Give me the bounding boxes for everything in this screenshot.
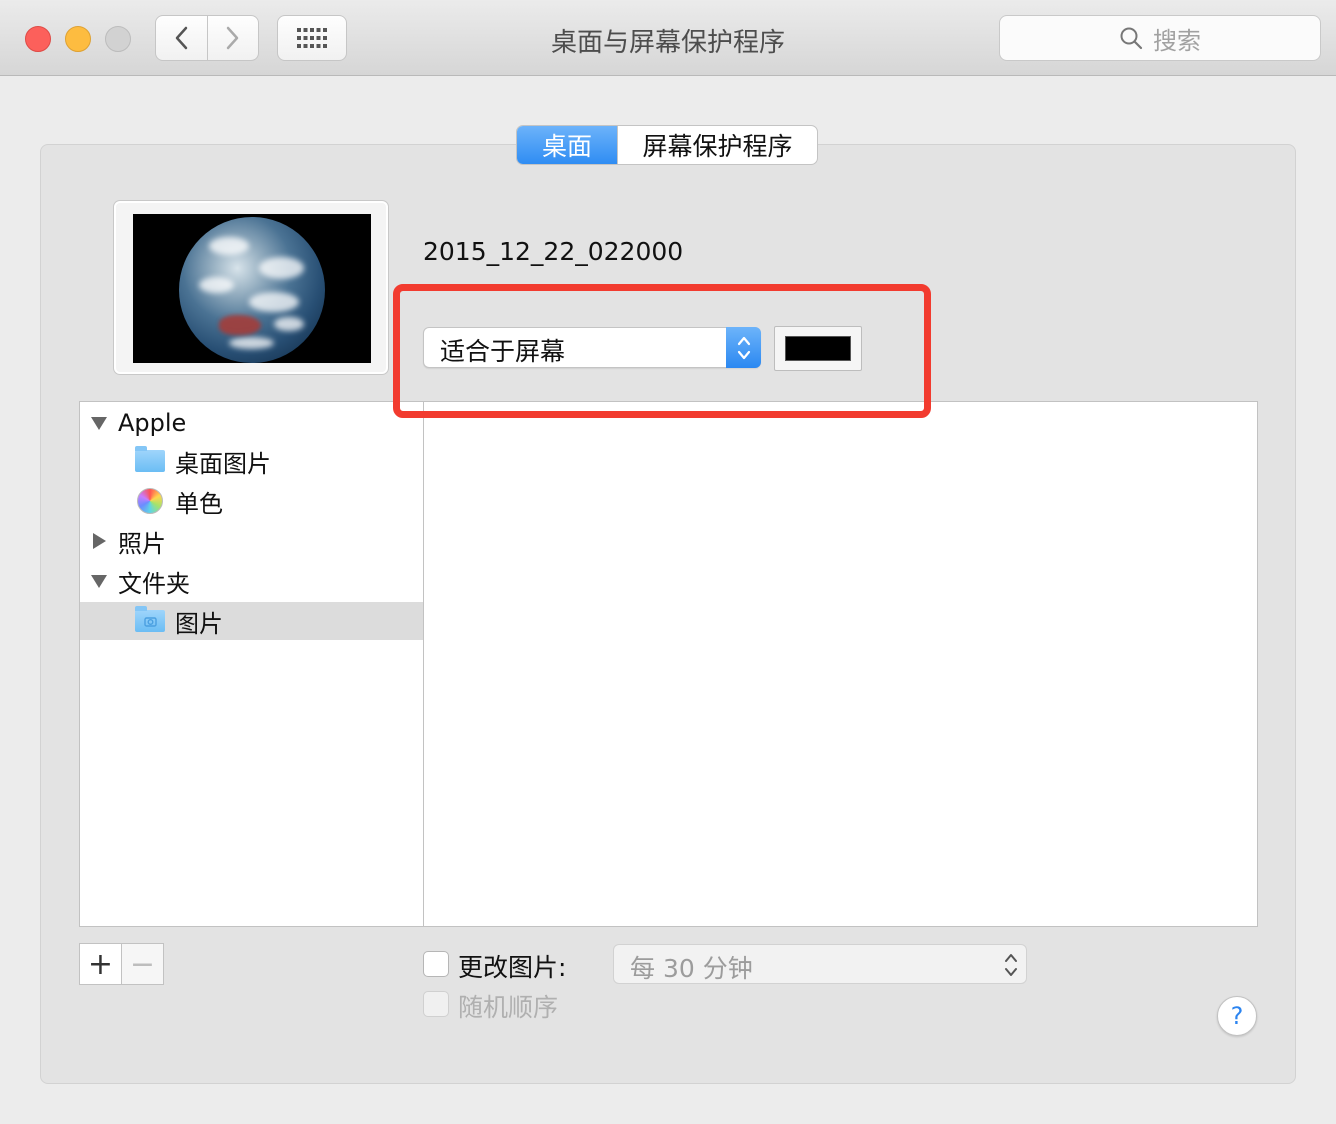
- source-group-label: 照片: [118, 529, 166, 558]
- chevron-right-icon: [226, 26, 238, 50]
- interval-value: 每 30 分钟: [630, 954, 753, 983]
- tab-desktop[interactable]: 桌面: [517, 126, 617, 164]
- window-title: 桌面与屏幕保护程序: [550, 28, 785, 58]
- random-order-checkbox[interactable]: [423, 991, 449, 1017]
- source-group-apple[interactable]: Apple: [80, 404, 423, 442]
- search-field[interactable]: 搜索: [999, 15, 1321, 61]
- fit-mode-value: 适合于屏幕: [440, 337, 566, 366]
- source-list: Apple 桌面图片 单色 照片 文件夹 图片: [79, 401, 424, 927]
- search-icon: [1120, 27, 1143, 50]
- help-button[interactable]: ?: [1217, 996, 1257, 1036]
- source-item-label: 单色: [175, 489, 223, 518]
- disclosure-right-icon[interactable]: [92, 533, 106, 549]
- source-group-folders[interactable]: 文件夹: [80, 562, 423, 600]
- source-item-label: 桌面图片: [175, 449, 271, 478]
- popup-stepper[interactable]: [726, 327, 761, 368]
- color-wheel-icon: [137, 488, 163, 514]
- disclosure-down-icon[interactable]: [91, 574, 107, 588]
- source-group-label: Apple: [118, 409, 187, 437]
- source-item-pictures[interactable]: 图片: [80, 602, 423, 640]
- pictures-folder-icon: [135, 606, 165, 632]
- chevron-left-icon: [176, 26, 188, 50]
- back-button[interactable]: [156, 16, 207, 60]
- title-bar: 桌面与屏幕保护程序 搜索: [0, 0, 1336, 76]
- image-grid[interactable]: [423, 401, 1258, 927]
- tab-bar: 桌面 屏幕保护程序: [516, 125, 818, 165]
- color-swatch: [785, 336, 851, 361]
- fill-color-well[interactable]: [774, 326, 862, 371]
- zoom-window-button[interactable]: [105, 26, 131, 52]
- navigation-buttons: [155, 15, 259, 61]
- desktop-preview: [114, 201, 388, 374]
- add-button[interactable]: +: [80, 944, 121, 984]
- close-window-button[interactable]: [25, 26, 51, 52]
- grid-icon: [297, 28, 327, 48]
- preview-image: [133, 214, 371, 363]
- source-group-label: 文件夹: [118, 569, 190, 598]
- disclosure-down-icon[interactable]: [91, 416, 107, 430]
- updown-arrows-icon: [1005, 954, 1017, 976]
- add-remove-buttons: + −: [79, 943, 164, 985]
- source-item-solid-colors[interactable]: 单色: [80, 482, 423, 520]
- updown-arrows-icon: [737, 336, 750, 359]
- image-filename: 2015_12_22_022000: [423, 237, 684, 266]
- interval-popup[interactable]: 每 30 分钟: [613, 944, 1027, 984]
- fit-mode-popup[interactable]: 适合于屏幕: [423, 327, 761, 368]
- forward-button[interactable]: [206, 16, 259, 60]
- minimize-window-button[interactable]: [65, 26, 91, 52]
- remove-button[interactable]: −: [121, 944, 163, 984]
- change-picture-label: 更改图片:: [458, 953, 567, 982]
- random-order-label: 随机顺序: [458, 993, 559, 1022]
- change-picture-checkbox[interactable]: [423, 951, 449, 977]
- show-all-button[interactable]: [277, 15, 347, 61]
- source-item-desktop-pictures[interactable]: 桌面图片: [80, 442, 423, 480]
- earth-image: [179, 217, 325, 363]
- source-group-photos[interactable]: 照片: [80, 522, 423, 560]
- search-placeholder: 搜索: [1153, 26, 1201, 55]
- source-item-label: 图片: [175, 609, 223, 638]
- tab-screensaver[interactable]: 屏幕保护程序: [617, 126, 817, 164]
- folder-icon: [135, 446, 165, 472]
